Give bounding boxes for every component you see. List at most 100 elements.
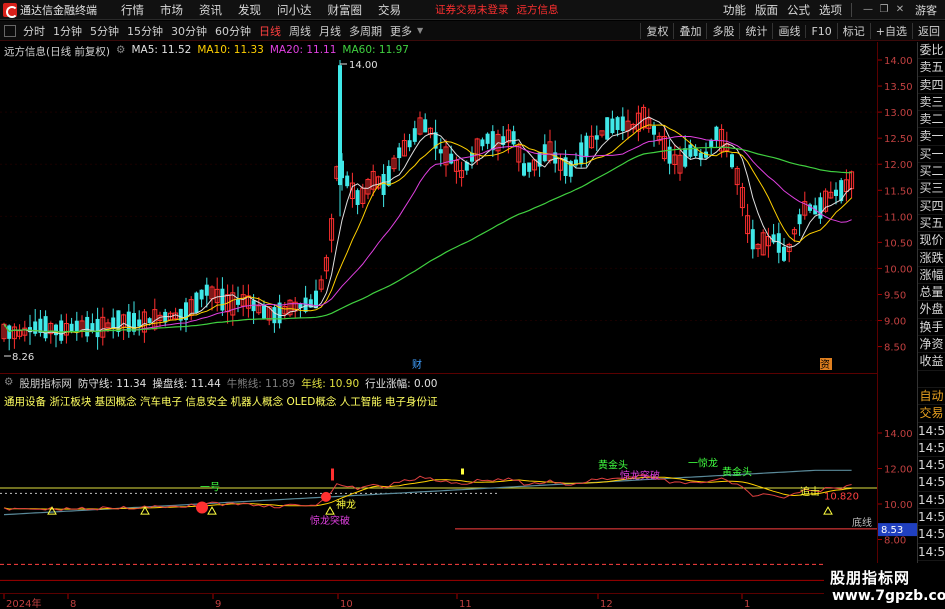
- sidebar-item-16[interactable]: 换手: [918, 319, 945, 337]
- candle-down: [797, 214, 802, 225]
- menu-item-quotes[interactable]: 行情: [121, 2, 144, 18]
- main-price-plot: 14.00 8.26 财 资: [0, 60, 877, 371]
- panel-toggle-icon[interactable]: [4, 24, 16, 37]
- menu-item-discover[interactable]: 发现: [238, 2, 261, 18]
- multi-stock-button[interactable]: 多股: [706, 23, 739, 39]
- minimize-icon[interactable]: —: [861, 3, 875, 17]
- period-multi[interactable]: 多周期: [346, 23, 385, 39]
- mark-button[interactable]: 标记: [836, 23, 870, 39]
- sidebar-item-7[interactable]: 买二: [918, 163, 945, 181]
- menu-item-news[interactable]: 资讯: [199, 2, 222, 18]
- menu-formula[interactable]: 公式: [787, 2, 810, 18]
- draw-button[interactable]: 画线: [772, 23, 805, 39]
- candle-down: [262, 304, 266, 319]
- indicator-tick-label: 10.00: [884, 500, 913, 511]
- triangle-marker-icon: [207, 506, 217, 515]
- period-weekly[interactable]: 周线: [286, 23, 314, 39]
- period-1min[interactable]: 1分钟: [50, 23, 85, 39]
- add-favorite-button[interactable]: +自选: [869, 23, 912, 39]
- guest-login[interactable]: 游客: [915, 2, 937, 18]
- sidebar-item-27[interactable]: 14:56: [918, 509, 945, 527]
- sidebar-item-20[interactable]: 自动: [918, 388, 945, 406]
- candle-down: [511, 131, 516, 145]
- sidebar-item-21[interactable]: 交易: [918, 405, 945, 423]
- overlay-button[interactable]: 叠加: [673, 23, 706, 39]
- period-daily[interactable]: 日线: [256, 23, 284, 39]
- period-monthly[interactable]: 月线: [316, 23, 344, 39]
- period-more[interactable]: 更多: [387, 23, 415, 39]
- menu-item-market[interactable]: 市场: [160, 2, 183, 18]
- jinglong-label: 惊龙突破: [310, 514, 350, 527]
- adjust-button[interactable]: 复权: [640, 23, 673, 39]
- sidebar-item-3[interactable]: 卖三: [918, 94, 945, 112]
- candle-down: [667, 146, 672, 164]
- sidebar-item-1[interactable]: 卖五: [918, 59, 945, 77]
- sidebar-item-4[interactable]: 卖二: [918, 111, 945, 129]
- sidebar-item-12[interactable]: 涨跌: [918, 250, 945, 267]
- sidebar-item-18[interactable]: 收益: [918, 353, 945, 371]
- chevron-down-icon[interactable]: ▼: [417, 26, 423, 35]
- sidebar-item-24[interactable]: 14:56: [918, 457, 945, 475]
- price-tick-label: 12.00: [884, 160, 913, 171]
- stats-button[interactable]: 统计: [739, 23, 772, 39]
- candle-down: [750, 229, 755, 250]
- sidebar-item-15[interactable]: 外盘: [918, 301, 945, 319]
- close-icon[interactable]: ✕: [893, 3, 907, 17]
- period-30min[interactable]: 30分钟: [168, 23, 210, 39]
- sidebar-item-19[interactable]: [918, 371, 945, 388]
- ma20-line: [3, 135, 852, 333]
- watermark-title: 股朋指标网: [830, 569, 911, 587]
- period-60min[interactable]: 60分钟: [212, 23, 254, 39]
- candle-down: [579, 142, 584, 165]
- back-button[interactable]: 返回: [912, 23, 945, 39]
- restore-icon[interactable]: ❐: [877, 3, 891, 17]
- menu-layout[interactable]: 版面: [755, 2, 778, 18]
- menu-function[interactable]: 功能: [723, 2, 746, 18]
- app-title: 通达信金融终端: [20, 3, 97, 17]
- candle-down: [485, 133, 490, 144]
- sidebar-item-0[interactable]: 委比: [918, 42, 945, 60]
- sidebar-item-8[interactable]: 买三: [918, 180, 945, 198]
- sidebar-item-17[interactable]: 净资: [918, 336, 945, 354]
- sidebar-item-23[interactable]: 14:56: [918, 440, 945, 458]
- menu-item-trade[interactable]: 交易: [378, 2, 401, 18]
- sidebar-item-6[interactable]: 买一: [918, 146, 945, 164]
- period-intraday[interactable]: 分时: [20, 23, 48, 39]
- candle-down: [54, 324, 58, 336]
- menu-options[interactable]: 选项: [819, 2, 842, 18]
- kline-chart[interactable]: 远方信息(日线 前复权) ⚙ MA5: 11.52 MA10: 11.33 MA…: [0, 42, 877, 593]
- f10-button[interactable]: F10: [805, 24, 836, 38]
- price-tick-label: 12.50: [884, 134, 913, 145]
- period-15min[interactable]: 15分钟: [124, 23, 166, 39]
- sidebar-item-29[interactable]: 14:56: [918, 544, 945, 561]
- marker-finance: 财: [412, 358, 422, 371]
- top-right-menu: 功能 版面 公式 选项 — ❐ ✕ 游客: [723, 0, 945, 20]
- period-5min[interactable]: 5分钟: [87, 23, 122, 39]
- yihao-label: 一号: [200, 481, 220, 493]
- sidebar-item-25[interactable]: 14:56: [918, 474, 945, 492]
- divider: [851, 3, 852, 17]
- candle-down: [220, 288, 225, 311]
- price-tag-label: 10.820: [824, 491, 859, 502]
- candle-down: [137, 319, 142, 327]
- sidebar-item-26[interactable]: 14:56: [918, 492, 945, 510]
- trade-login-status[interactable]: 证券交易未登录: [435, 2, 509, 17]
- sidebar-item-28[interactable]: 14:56: [918, 526, 945, 544]
- candle-down: [610, 118, 615, 134]
- candle-down: [59, 320, 64, 341]
- menu-item-wealth[interactable]: 财富圈: [328, 2, 363, 18]
- menu-item-ask[interactable]: 问小达: [277, 2, 312, 18]
- candle-down: [236, 299, 240, 305]
- sidebar-item-9[interactable]: 买四: [918, 198, 945, 215]
- sidebar-item-11[interactable]: 现价: [918, 232, 945, 250]
- sidebar-item-22[interactable]: 14:56: [918, 423, 945, 440]
- sidebar-item-10[interactable]: 买五: [918, 215, 945, 233]
- sidebar-item-2[interactable]: 卖四: [918, 77, 945, 94]
- sidebar-item-13[interactable]: 涨幅: [918, 267, 945, 285]
- price-tick-label: 13.00: [884, 108, 913, 119]
- sidebar-item-14[interactable]: 总量: [918, 284, 945, 302]
- app-logo-icon: [3, 2, 18, 18]
- sidebar-item-5[interactable]: 卖一: [918, 128, 945, 146]
- candle-down: [730, 154, 734, 168]
- panel-divider: [0, 373, 877, 374]
